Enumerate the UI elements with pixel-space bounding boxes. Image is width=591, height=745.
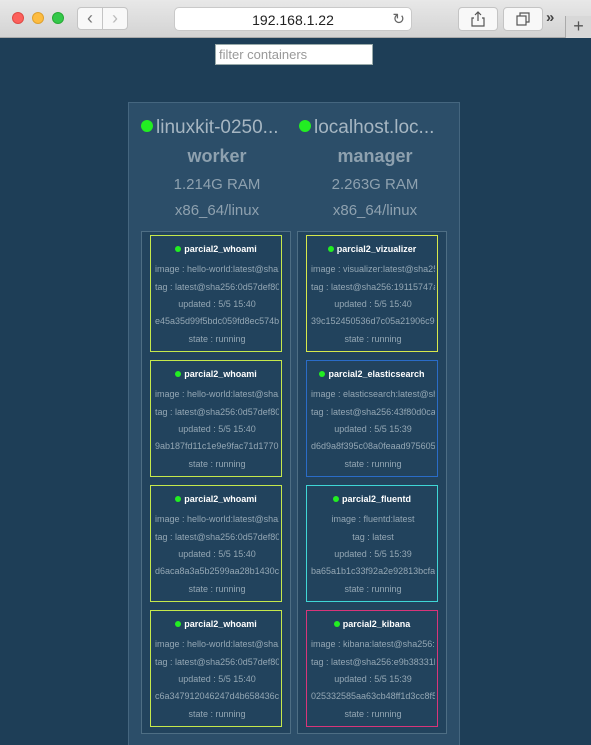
- container-image: image : kibana:latest@sha256:: [311, 639, 435, 649]
- address-bar[interactable]: 192.168.1.22 ↻: [174, 7, 412, 31]
- node-status-dot-icon: [141, 120, 153, 132]
- new-tab-button[interactable]: +: [565, 16, 591, 38]
- plus-icon: +: [573, 16, 584, 36]
- container-name: parcial2_whoami: [151, 494, 281, 504]
- container-card[interactable]: parcial2_kibana image : kibana:latest@sh…: [306, 610, 438, 727]
- node-role: manager: [337, 146, 413, 166]
- show-tabs-button[interactable]: [503, 7, 543, 31]
- container-id: e45a35d99f5bdc059fd8ec574b: [155, 316, 279, 326]
- cluster-panel: linuxkit-0250... worker 1.214G RAM x86_6…: [128, 102, 460, 745]
- container-status-dot-icon: [327, 246, 334, 252]
- container-state: state : running: [344, 459, 402, 469]
- node-role: worker: [187, 146, 247, 166]
- tabs-icon: [516, 12, 530, 26]
- container-card[interactable]: parcial2_vizualizer image : visualizer:l…: [306, 235, 438, 352]
- container-tag: tag : latest@sha256:0d57def80: [155, 532, 279, 542]
- share-button[interactable]: [458, 7, 498, 31]
- container-name: parcial2_whoami: [151, 244, 281, 254]
- container-list: parcial2_whoami image : hello-world:late…: [141, 231, 291, 734]
- container-state: state : running: [344, 334, 402, 344]
- container-updated: updated : 5/5 15:40: [178, 299, 256, 309]
- container-tag: tag : latest@sha256:0d57def80: [155, 282, 279, 292]
- container-name: parcial2_vizualizer: [307, 244, 437, 254]
- container-updated: updated : 5/5 15:39: [334, 549, 412, 559]
- node-name: linuxkit-0250...: [141, 117, 297, 143]
- container-tag: tag : latest@sha256:e9b38331b: [311, 657, 435, 667]
- url-text: 192.168.1.22: [252, 12, 334, 28]
- container-id: d6aca8a3a5b2599aa28b1430c: [155, 566, 279, 576]
- container-image: image : hello-world:latest@sha256: [155, 389, 279, 399]
- container-card[interactable]: parcial2_whoami image : hello-world:late…: [150, 360, 282, 477]
- node-name: localhost.loc...: [299, 117, 455, 143]
- node-ram: 2.263G RAM: [331, 176, 419, 193]
- container-status-dot-icon: [175, 496, 182, 502]
- container-state: state : running: [344, 584, 402, 594]
- node-status-dot-icon: [299, 120, 311, 132]
- container-image: image : hello-world:latest@sha256: [155, 264, 279, 274]
- container-state: state : running: [188, 459, 246, 469]
- filter-containers-input[interactable]: [215, 44, 373, 65]
- container-status-dot-icon: [175, 621, 182, 627]
- container-state: state : running: [344, 709, 402, 719]
- container-image: image : fluentd:latest: [331, 514, 415, 524]
- container-updated: updated : 5/5 15:39: [334, 674, 412, 684]
- container-tag: tag : latest@sha256:0d57def80: [155, 407, 279, 417]
- back-button[interactable]: ‹: [77, 7, 103, 30]
- node-arch: x86_64/linux: [332, 202, 418, 219]
- reload-icon[interactable]: ↻: [392, 10, 405, 28]
- container-card[interactable]: parcial2_elasticsearch image : elasticse…: [306, 360, 438, 477]
- container-card[interactable]: parcial2_whoami image : hello-world:late…: [150, 485, 282, 602]
- container-updated: updated : 5/5 15:40: [334, 299, 412, 309]
- container-state: state : running: [188, 709, 246, 719]
- container-status-dot-icon: [319, 371, 326, 377]
- container-status-dot-icon: [332, 496, 339, 502]
- container-status-dot-icon: [175, 246, 182, 252]
- container-name: parcial2_kibana: [307, 619, 437, 629]
- container-tag: tag : latest: [352, 532, 394, 542]
- container-status-dot-icon: [175, 371, 182, 377]
- node-ram: 1.214G RAM: [173, 176, 261, 193]
- container-status-dot-icon: [333, 621, 340, 627]
- container-id: ba65a1b1c33f92a2e92813bcfa: [311, 566, 435, 576]
- node-arch: x86_64/linux: [174, 202, 260, 219]
- container-card[interactable]: parcial2_fluentd image : fluentd:latest …: [306, 485, 438, 602]
- container-image: image : elasticsearch:latest@sha: [311, 389, 435, 399]
- container-card[interactable]: parcial2_whoami image : hello-world:late…: [150, 235, 282, 352]
- container-name: parcial2_fluentd: [307, 494, 437, 504]
- container-id: c6a347912046247d4b658436c: [155, 691, 279, 701]
- container-name: parcial2_whoami: [151, 369, 281, 379]
- container-name: parcial2_whoami: [151, 619, 281, 629]
- container-updated: updated : 5/5 15:39: [334, 424, 412, 434]
- container-updated: updated : 5/5 15:40: [178, 674, 256, 684]
- container-tag: tag : latest@sha256:19115747a: [311, 282, 435, 292]
- minimize-window-button[interactable]: [32, 12, 44, 24]
- container-tag: tag : latest@sha256:43f80d0ca: [311, 407, 435, 417]
- overflow-chevron-icon[interactable]: »: [546, 9, 554, 26]
- container-state: state : running: [188, 334, 246, 344]
- container-image: image : visualizer:latest@sha256: [311, 264, 435, 274]
- container-id: 9ab187fd11c1e9e9fac71d1770: [155, 441, 279, 451]
- chevron-left-icon: ‹: [87, 8, 93, 28]
- container-list: parcial2_vizualizer image : visualizer:l…: [297, 231, 447, 734]
- forward-button[interactable]: ›: [102, 7, 128, 30]
- container-image: image : hello-world:latest@sha256: [155, 639, 279, 649]
- container-id: d6d9a8f395c08a0feaad975605: [311, 441, 435, 451]
- container-updated: updated : 5/5 15:40: [178, 549, 256, 559]
- container-image: image : hello-world:latest@sha256: [155, 514, 279, 524]
- container-state: state : running: [188, 584, 246, 594]
- chevron-right-icon: ›: [112, 8, 118, 28]
- browser-toolbar: ‹ › 192.168.1.22 ↻ » +: [0, 0, 591, 38]
- container-card[interactable]: parcial2_whoami image : hello-world:late…: [150, 610, 282, 727]
- share-icon: [471, 11, 485, 27]
- container-name: parcial2_elasticsearch: [307, 369, 437, 379]
- container-id: 025332585aa63cb48ff1d3cc8f5: [311, 691, 435, 701]
- container-updated: updated : 5/5 15:40: [178, 424, 256, 434]
- container-id: 39c152450536d7c05a21906c9: [311, 316, 435, 326]
- close-window-button[interactable]: [12, 12, 24, 24]
- zoom-window-button[interactable]: [52, 12, 64, 24]
- container-tag: tag : latest@sha256:0d57def80: [155, 657, 279, 667]
